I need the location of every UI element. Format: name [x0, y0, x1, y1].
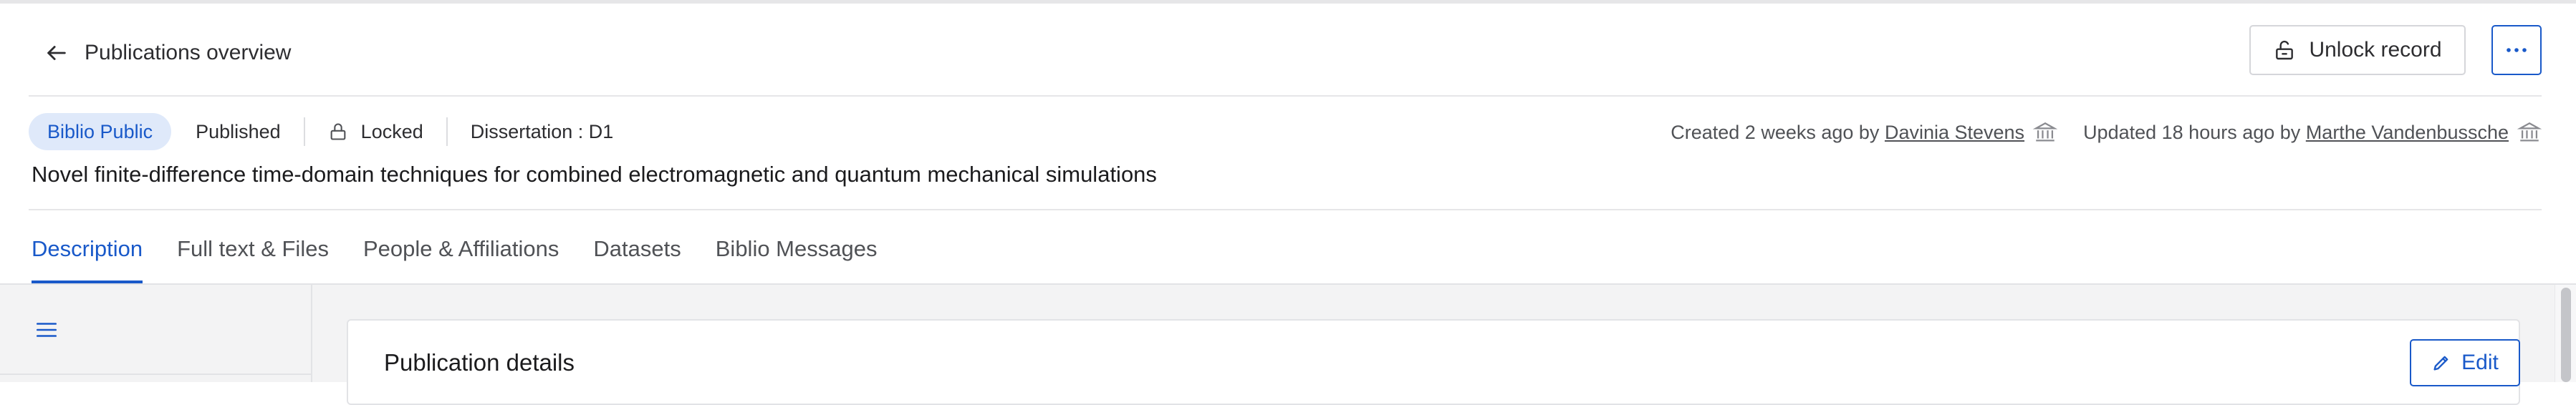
- tab-people-affiliations[interactable]: People & Affiliations: [363, 215, 559, 283]
- back-link[interactable]: Publications overview: [44, 35, 291, 71]
- edit-label: Edit: [2461, 351, 2499, 374]
- divider: [0, 374, 311, 375]
- publication-type: Dissertation : D1: [470, 120, 614, 142]
- tab-full-text-files[interactable]: Full text & Files: [177, 215, 329, 283]
- lock-icon: [330, 123, 346, 140]
- tab-biblio-messages[interactable]: Biblio Messages: [716, 215, 878, 283]
- status-badge: Biblio Public: [29, 113, 172, 150]
- divider: [446, 117, 448, 146]
- record-meta: Created 2 weeks ago by Davinia Stevens U…: [1671, 114, 2542, 150]
- unlock-record-button[interactable]: Unlock record: [2249, 25, 2466, 75]
- section-sidebar: [0, 285, 312, 382]
- publication-title: Novel finite-difference time-domain tech…: [32, 162, 1157, 187]
- edit-button[interactable]: Edit: [2410, 339, 2520, 386]
- scrollbar[interactable]: [2555, 285, 2576, 382]
- divider: [29, 95, 2542, 97]
- card-title: Publication details: [384, 349, 575, 376]
- created-text: Created 2 weeks ago by: [1671, 121, 1880, 143]
- updated-by-link[interactable]: Marthe Vandenbussche: [2306, 122, 2509, 144]
- publication-details-card: Publication details Edit: [347, 319, 2520, 405]
- menu-icon[interactable]: [34, 318, 59, 342]
- created-by-link[interactable]: Davinia Stevens: [1885, 122, 2024, 144]
- divider: [303, 117, 305, 146]
- pencil-icon: [2433, 356, 2448, 371]
- record-tabs: Description Full text & Files People & A…: [32, 215, 911, 283]
- published-status: Published: [196, 120, 281, 142]
- status-row: Biblio Public Published Locked Dissertat…: [29, 111, 613, 152]
- record-header: Publications overview Unlock record: [0, 4, 2576, 95]
- locked-label: Locked: [360, 120, 423, 142]
- more-actions-button[interactable]: [2491, 25, 2542, 75]
- unlock-record-label: Unlock record: [2309, 38, 2442, 62]
- locked-status: Locked: [328, 121, 423, 143]
- main-content: Publication details Edit: [312, 285, 2555, 405]
- updated-text: Updated 18 hours ago by: [2083, 121, 2301, 143]
- tab-datasets[interactable]: Datasets: [593, 215, 681, 283]
- tab-description[interactable]: Description: [32, 215, 143, 283]
- institution-icon: [2033, 122, 2058, 142]
- scrollbar-thumb[interactable]: [2561, 288, 2571, 382]
- unlock-icon: [2276, 40, 2294, 60]
- back-link-label: Publications overview: [85, 41, 292, 64]
- institution-icon: [2517, 122, 2542, 142]
- divider: [29, 209, 2542, 210]
- ellipsis-icon: [2507, 48, 2527, 52]
- arrow-left-icon: [47, 46, 66, 60]
